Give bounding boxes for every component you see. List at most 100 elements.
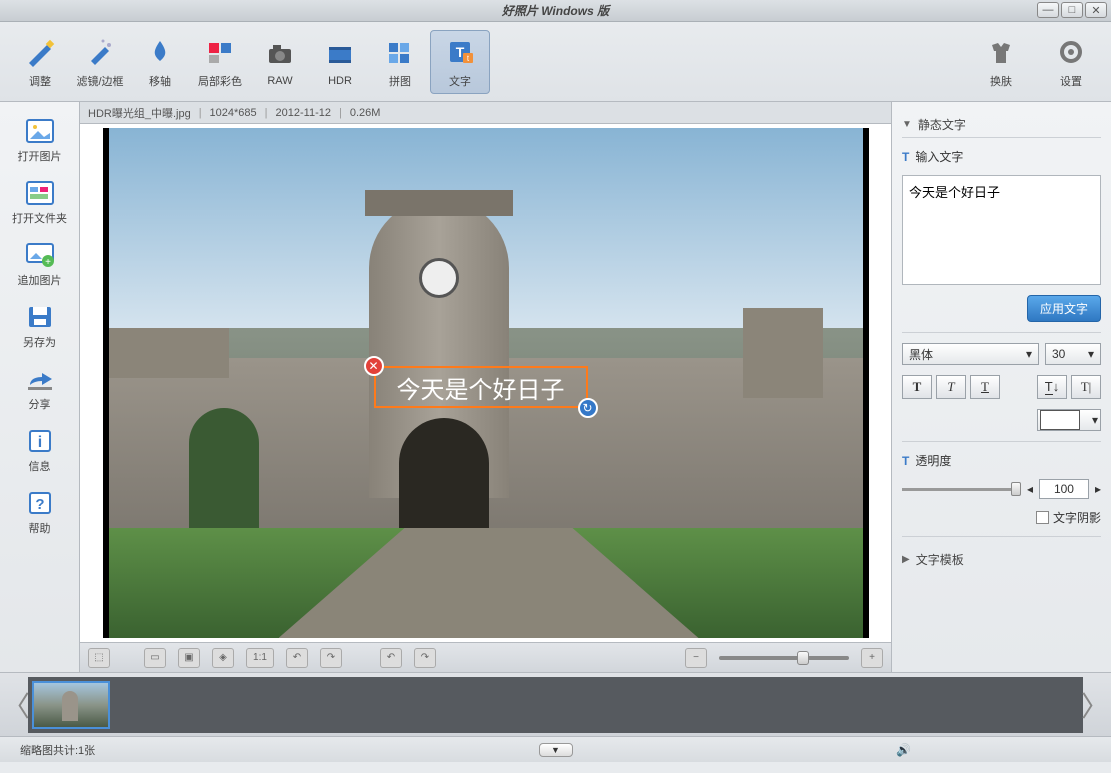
film-icon — [323, 37, 357, 71]
center-area: HDR曝光组_中曝.jpg 1024*685 2012-11-12 0.26M — [80, 102, 891, 672]
help-button[interactable]: ? 帮助 — [25, 490, 55, 536]
rotate-right-icon[interactable]: ↷ — [320, 648, 342, 668]
overlay-text: 今天是个好日子 — [397, 370, 565, 405]
info-button[interactable]: i 信息 — [25, 428, 55, 474]
filename: HDR曝光组_中曝.jpg — [88, 105, 191, 121]
spinner-right-icon[interactable]: ▸ — [1095, 482, 1101, 496]
image-icon — [25, 118, 55, 144]
crop-icon[interactable]: ⬚ — [88, 648, 110, 668]
opacity-value[interactable]: 100 — [1039, 479, 1089, 499]
underline-button[interactable]: T — [970, 375, 1000, 399]
shadow-row: 文字阴影 — [902, 509, 1101, 526]
tshirt-icon — [984, 35, 1018, 69]
statusbar: 缩略图共计:1张 ▼ 🔊 — [0, 736, 1111, 762]
opacity-row: ◂ 100 ▸ — [902, 479, 1101, 499]
open-image-button[interactable]: 打开图片 — [18, 118, 62, 164]
color-swatch — [1040, 410, 1080, 430]
overlay-close-handle[interactable]: ✕ — [364, 356, 384, 376]
font-family-select[interactable]: 黑体 ▾ — [902, 343, 1039, 365]
svg-text:?: ? — [35, 496, 44, 513]
status-dropdown[interactable]: ▼ — [539, 743, 573, 757]
left-sidebar: 打开图片 打开文件夹 + 追加图片 另存为 分享 i 信息 ? 帮助 — [0, 102, 80, 672]
fill-icon[interactable]: ▣ — [178, 648, 200, 668]
apply-text-button[interactable]: 应用文字 — [1027, 295, 1101, 322]
chevron-right-icon: ▶ — [902, 554, 910, 565]
tool-filter[interactable]: 滤镜/边框 — [70, 31, 130, 93]
thumbnail-list[interactable] — [28, 677, 1083, 733]
tool-localcolor[interactable]: 局部彩色 — [190, 31, 250, 93]
chevron-down-icon: ▾ — [1088, 347, 1094, 361]
thumbnail-item[interactable] — [32, 681, 110, 729]
canvas-toolbar: ⬚ ▭ ▣ ◈ 1:1 ↶ ↷ ↶ ↷ − + — [80, 642, 891, 672]
color-row: ▾ — [902, 409, 1101, 431]
static-text-header[interactable]: ▼ 静态文字 — [902, 112, 1101, 138]
text-overlay-box[interactable]: 今天是个好日子 ✕ ↻ — [374, 366, 588, 408]
text-input-field[interactable] — [902, 175, 1101, 285]
tool-skin[interactable]: 换肤 — [971, 31, 1031, 93]
text-icon: T — [902, 454, 909, 468]
share-button[interactable]: 分享 — [25, 366, 55, 412]
add-image-button[interactable]: + 追加图片 — [18, 242, 62, 288]
tool-label: 移轴 — [149, 73, 171, 89]
thumb-next-button[interactable]: 〉 — [1083, 677, 1107, 733]
text-template-header[interactable]: ▶ 文字模板 — [902, 547, 1101, 572]
thumb-prev-button[interactable]: 〈 — [4, 677, 28, 733]
tool-label: RAW — [267, 75, 292, 87]
save-icon — [25, 304, 55, 330]
tool-raw[interactable]: RAW — [250, 33, 310, 91]
window-controls: — □ ✕ — [1037, 2, 1107, 18]
opacity-label-row: T 透明度 — [902, 452, 1101, 469]
tool-collage[interactable]: 拼图 — [370, 31, 430, 93]
actual-size-icon[interactable]: ◈ — [212, 648, 234, 668]
chevron-down-icon: ▼ — [902, 119, 912, 130]
style-row: T T T T↓ T| — [902, 375, 1101, 399]
minimize-button[interactable]: — — [1037, 2, 1059, 18]
text-color-select[interactable]: ▾ — [1037, 409, 1101, 431]
tool-text[interactable]: Tt 文字 — [430, 30, 490, 94]
magic-icon — [83, 35, 117, 69]
main-toolbar: 调整 滤镜/边框 移轴 局部彩色 RAW HDR 拼图 Tt 文字 换肤 设置 — [0, 22, 1111, 102]
vertical-text-button[interactable]: T| — [1071, 375, 1101, 399]
redo-icon[interactable]: ↷ — [414, 648, 436, 668]
ratio-button[interactable]: 1:1 — [246, 648, 274, 668]
zoom-slider[interactable] — [719, 656, 849, 660]
maximize-button[interactable]: □ — [1061, 2, 1083, 18]
tool-adjust[interactable]: 调整 — [10, 31, 70, 93]
shadow-checkbox[interactable] — [1036, 511, 1049, 524]
svg-text:i: i — [37, 434, 41, 451]
spinner-left-icon[interactable]: ◂ — [1027, 482, 1033, 496]
tool-label: 局部彩色 — [198, 73, 242, 89]
tool-label: 文字 — [449, 73, 471, 89]
speaker-icon[interactable]: 🔊 — [896, 743, 911, 757]
font-size-select[interactable]: 30 ▾ — [1045, 343, 1101, 365]
image-dimensions: 1024*685 — [199, 107, 257, 119]
tool-tiltshift[interactable]: 移轴 — [130, 31, 190, 93]
grid-icon — [383, 35, 417, 69]
thumb-count-label: 缩略图共计:1张 — [20, 742, 95, 758]
pencil-icon — [23, 35, 57, 69]
right-sidebar: ▼ 静态文字 T 输入文字 应用文字 黑体 ▾ 30 ▾ T T T — [891, 102, 1111, 672]
help-icon: ? — [25, 490, 55, 516]
canvas-wrap: 今天是个好日子 ✕ ↻ — [80, 124, 891, 642]
overlay-rotate-handle[interactable]: ↻ — [578, 398, 598, 418]
titlebar: 好照片 Windows 版 — □ ✕ — [0, 0, 1111, 22]
close-button[interactable]: ✕ — [1085, 2, 1107, 18]
svg-text:+: + — [45, 257, 51, 267]
tool-hdr[interactable]: HDR — [310, 33, 370, 91]
horizontal-text-button[interactable]: T↓ — [1037, 375, 1067, 399]
image-date: 2012-11-12 — [265, 107, 331, 119]
zoom-out-icon[interactable]: − — [685, 648, 707, 668]
opacity-slider[interactable] — [902, 488, 1021, 491]
open-folder-button[interactable]: 打开文件夹 — [12, 180, 67, 226]
fit-icon[interactable]: ▭ — [144, 648, 166, 668]
tool-settings[interactable]: 设置 — [1041, 31, 1101, 93]
italic-button[interactable]: T — [936, 375, 966, 399]
save-as-button[interactable]: 另存为 — [23, 304, 56, 350]
undo-icon[interactable]: ↶ — [380, 648, 402, 668]
rotate-left-icon[interactable]: ↶ — [286, 648, 308, 668]
tool-label: 换肤 — [990, 73, 1012, 89]
image-canvas[interactable]: 今天是个好日子 ✕ ↻ — [103, 128, 869, 638]
add-image-icon: + — [25, 242, 55, 268]
bold-button[interactable]: T — [902, 375, 932, 399]
zoom-in-icon[interactable]: + — [861, 648, 883, 668]
